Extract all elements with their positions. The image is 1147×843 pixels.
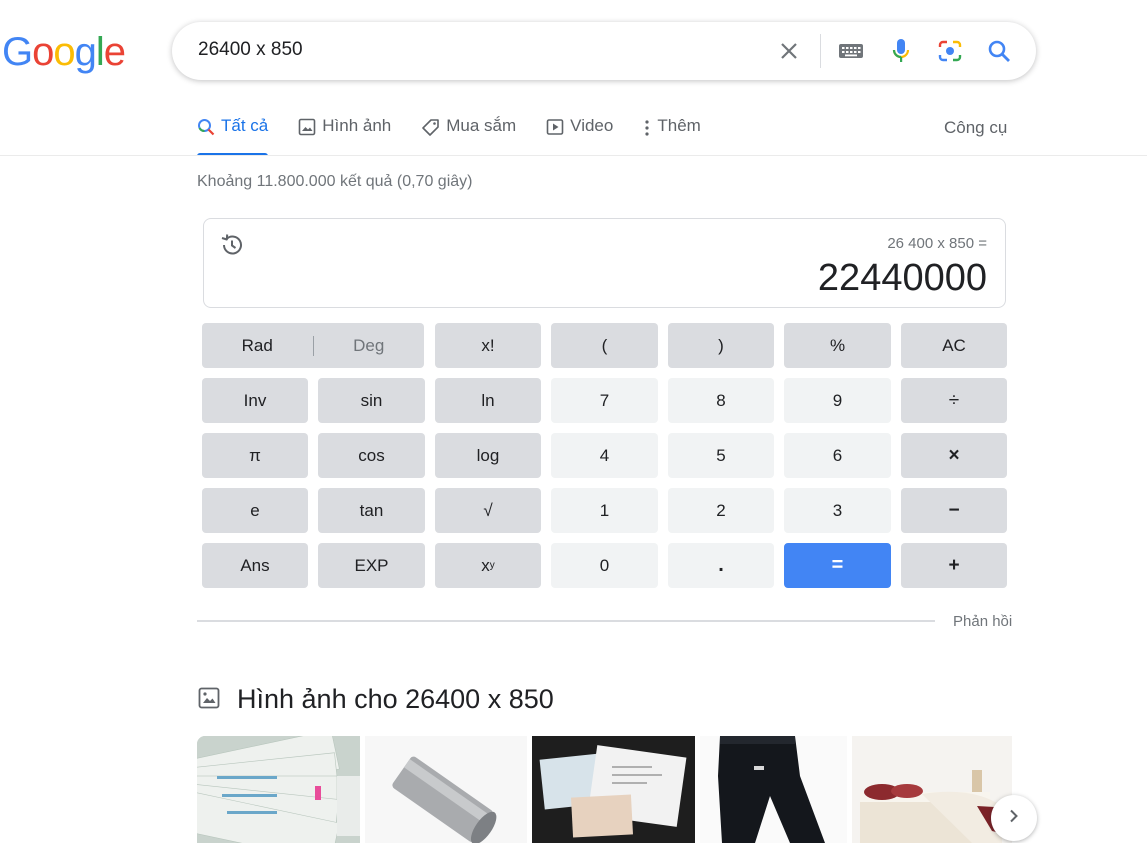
inverse-button[interactable]: Inv xyxy=(202,378,308,423)
tag-icon xyxy=(421,118,440,142)
feedback-link[interactable]: Phản hồi xyxy=(953,613,1012,630)
camera-lens-icon[interactable] xyxy=(935,36,965,66)
result-stats: Khoảng 11.800.000 kết quả (0,70 giây) xyxy=(197,173,473,190)
microphone-icon[interactable] xyxy=(886,36,916,66)
percent-button[interactable]: % xyxy=(784,323,891,368)
factorial-button[interactable]: x! xyxy=(435,323,541,368)
tools-button[interactable]: Công cụ xyxy=(944,118,1007,138)
keyboard-icon[interactable] xyxy=(836,36,866,66)
play-icon xyxy=(546,118,564,141)
search-box[interactable]: 26400 x 850 xyxy=(172,22,1036,80)
divide-button[interactable]: ÷ xyxy=(901,378,1007,423)
digit-3-button[interactable]: 3 xyxy=(784,488,891,533)
power-button[interactable]: xy xyxy=(435,543,541,588)
digit-9-button[interactable]: 9 xyxy=(784,378,891,423)
pi-button[interactable]: π xyxy=(202,433,308,478)
all-clear-button[interactable]: AC xyxy=(901,323,1007,368)
logo-letter: o xyxy=(53,30,75,74)
left-paren-button[interactable]: ( xyxy=(551,323,658,368)
digit-1-button[interactable]: 1 xyxy=(551,488,658,533)
search-icon[interactable] xyxy=(984,36,1014,66)
calculator-expression: 26 400 x 850 = xyxy=(887,235,987,252)
digit-6-button[interactable]: 6 xyxy=(784,433,891,478)
search-tabs: Tất cả Hình ảnh Mua sắm Video Thêm xyxy=(197,116,731,156)
image-icon xyxy=(298,118,316,141)
more-vert-icon xyxy=(643,119,651,142)
ln-button[interactable]: ln xyxy=(435,378,541,423)
sqrt-button[interactable]: √ xyxy=(435,488,541,533)
tab-label: Thêm xyxy=(657,116,701,135)
tab-images[interactable]: Hình ảnh xyxy=(298,116,391,156)
rad-button[interactable]: Rad xyxy=(202,323,313,368)
digit-7-button[interactable]: 7 xyxy=(551,378,658,423)
digit-5-button[interactable]: 5 xyxy=(668,433,774,478)
image-icon xyxy=(198,687,220,709)
tab-all[interactable]: Tất cả xyxy=(197,116,269,156)
search-input[interactable]: 26400 x 850 xyxy=(198,39,303,61)
google-logo[interactable]: Google xyxy=(2,30,126,75)
subtract-button[interactable]: − xyxy=(901,488,1007,533)
calculator-result: 22440000 xyxy=(817,257,987,299)
right-paren-button[interactable]: ) xyxy=(668,323,774,368)
logo-letter: G xyxy=(2,30,33,74)
tabs-divider xyxy=(0,155,1147,156)
tab-shopping[interactable]: Mua sắm xyxy=(421,116,516,156)
clear-icon[interactable] xyxy=(774,36,804,66)
e-button[interactable]: e xyxy=(202,488,308,533)
tan-button[interactable]: tan xyxy=(318,488,425,533)
multiply-button[interactable]: × xyxy=(901,433,1007,478)
chevron-right-icon xyxy=(1007,809,1021,828)
add-button[interactable]: + xyxy=(901,543,1007,588)
decimal-button[interactable]: . xyxy=(668,543,774,588)
answer-button[interactable]: Ans xyxy=(202,543,308,588)
image-thumbnail[interactable] xyxy=(852,736,1012,843)
digit-2-button[interactable]: 2 xyxy=(668,488,774,533)
rad-deg-toggle[interactable]: Rad Deg xyxy=(202,323,424,368)
tab-label: Mua sắm xyxy=(446,116,517,135)
tab-video[interactable]: Video xyxy=(546,116,613,156)
tab-more[interactable]: Thêm xyxy=(643,116,701,156)
tab-label: Hình ảnh xyxy=(322,116,392,135)
logo-letter: l xyxy=(95,30,105,74)
tab-label: Tất cả xyxy=(221,116,269,135)
power-base: x xyxy=(481,555,490,575)
image-thumbnail[interactable] xyxy=(197,736,360,843)
logo-letter: g xyxy=(74,30,97,74)
history-icon[interactable] xyxy=(219,232,245,258)
log-button[interactable]: log xyxy=(435,433,541,478)
search-icon xyxy=(197,118,215,141)
search-divider xyxy=(820,34,821,68)
digit-8-button[interactable]: 8 xyxy=(668,378,774,423)
tab-label: Video xyxy=(570,116,614,135)
logo-letter: e xyxy=(103,30,126,74)
power-exponent: y xyxy=(489,560,495,571)
calculator-display: 26 400 x 850 = 22440000 xyxy=(203,218,1006,308)
equals-button[interactable]: = xyxy=(784,543,891,588)
exp-button[interactable]: EXP xyxy=(318,543,425,588)
feedback-divider xyxy=(197,620,935,622)
cos-button[interactable]: cos xyxy=(318,433,425,478)
next-images-button[interactable] xyxy=(991,795,1037,841)
digit-4-button[interactable]: 4 xyxy=(551,433,658,478)
deg-button[interactable]: Deg xyxy=(314,323,425,368)
image-thumbnail[interactable] xyxy=(365,736,527,843)
images-heading: Hình ảnh cho 26400 x 850 xyxy=(237,684,554,714)
digit-0-button[interactable]: 0 xyxy=(551,543,658,588)
image-thumbnail[interactable] xyxy=(700,736,847,843)
sin-button[interactable]: sin xyxy=(318,378,425,423)
image-thumbnail[interactable] xyxy=(532,736,695,843)
logo-letter: o xyxy=(32,30,54,74)
